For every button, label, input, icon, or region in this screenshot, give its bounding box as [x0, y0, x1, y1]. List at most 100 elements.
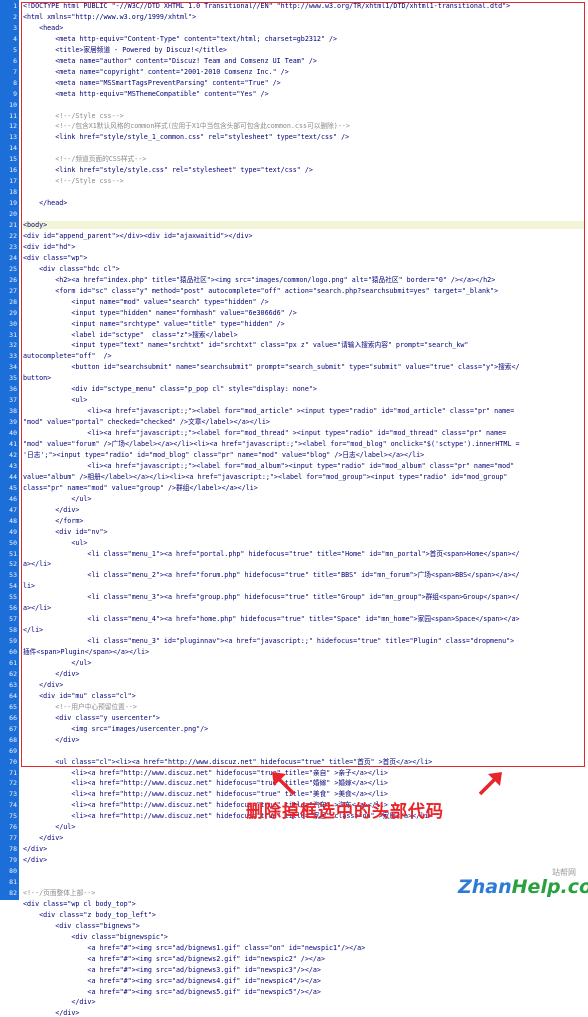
line-number: 57 — [9, 615, 17, 624]
line-number: 61 — [9, 659, 17, 667]
line-number: 58 — [9, 626, 17, 635]
line-number: 77 — [9, 834, 17, 843]
arrow-left-icon — [272, 772, 296, 796]
line-number: 49 — [9, 527, 17, 536]
line-number: 4 — [13, 34, 17, 43]
line-number: 54 — [9, 582, 17, 591]
line-number: 27 — [9, 286, 17, 295]
line-number: 44 — [9, 472, 17, 481]
code-line[interactable]: <div class="z body_top_left"> — [23, 911, 585, 919]
line-number: 10 — [9, 100, 17, 109]
line-number: 52 — [9, 560, 17, 569]
line-number: 28 — [9, 297, 17, 306]
code-line[interactable]: </div> — [23, 845, 585, 853]
line-number: 56 — [9, 604, 17, 613]
code-line[interactable]: <div class="bignews"> — [23, 922, 585, 930]
line-number: 35 — [9, 374, 17, 383]
line-number: 70 — [9, 757, 17, 766]
line-number: 26 — [9, 275, 17, 284]
line-number: 2 — [13, 12, 17, 21]
code-line[interactable]: </div> — [23, 856, 585, 864]
line-number: 66 — [9, 713, 17, 722]
line-number: 68 — [9, 735, 17, 744]
line-number: 37 — [9, 396, 17, 405]
line-number: 22 — [9, 231, 17, 240]
line-number: 45 — [9, 483, 17, 492]
line-number: 48 — [9, 516, 17, 525]
line-number: 33 — [9, 352, 17, 361]
line-number: 19 — [9, 199, 17, 208]
code-line[interactable]: <a href="#"><img src="ad/bignews3.gif" i… — [23, 966, 585, 974]
line-number: 43 — [9, 461, 17, 470]
line-number: 7 — [13, 67, 17, 76]
watermark-logo-part1: Zhan — [458, 876, 512, 898]
line-number: 29 — [9, 308, 17, 317]
line-number: 62 — [9, 669, 17, 678]
watermark-logo: ZhanHelp.com — [458, 876, 588, 898]
line-number: 75 — [9, 812, 17, 821]
code-line[interactable]: <a href="#"><img src="ad/bignews2.gif" i… — [23, 955, 585, 963]
code-line[interactable]: <div class="wp cl body_top"> — [23, 900, 585, 908]
code-line[interactable]: <a href="#"><img src="ad/bignews1.gif" c… — [23, 944, 585, 952]
line-number-gutter: 1 2 3 4 5 6 7 8 9 10 11 12 13 14 15 16 17 18 19 20 21 22 23 24 2… — [0, 0, 19, 900]
line-number: 64 — [9, 691, 17, 700]
line-number: 12 — [9, 122, 17, 131]
line-number: 76 — [9, 823, 17, 832]
line-number: 5 — [13, 45, 17, 54]
line-number: 40 — [9, 429, 17, 438]
line-number: 34 — [9, 363, 17, 372]
line-number: 50 — [9, 538, 17, 547]
code-line[interactable]: </ul> — [23, 823, 585, 831]
line-number: 25 — [9, 264, 17, 273]
code-line[interactable]: <a href="#"><img src="ad/bignews4.gif" i… — [23, 977, 585, 985]
line-number: 13 — [9, 133, 17, 142]
line-number: 16 — [9, 166, 17, 175]
line-number: 71 — [9, 768, 17, 777]
line-number: 1 — [13, 2, 17, 10]
line-number: 60 — [9, 648, 17, 657]
line-number: 15 — [9, 155, 17, 164]
code-line[interactable]: </div> — [23, 834, 585, 842]
line-number: 63 — [9, 680, 17, 689]
line-number: 18 — [9, 188, 17, 197]
line-number: 80 — [9, 867, 17, 876]
line-number: 69 — [9, 746, 17, 755]
line-number: 38 — [9, 407, 17, 416]
line-number: 14 — [9, 144, 17, 153]
code-line[interactable]: </div> — [23, 1009, 585, 1017]
line-number: 78 — [9, 845, 17, 854]
line-number: 36 — [9, 385, 17, 394]
line-number: 82 — [9, 888, 17, 897]
line-number: 74 — [9, 801, 17, 810]
line-number: 47 — [9, 505, 17, 514]
line-number: 51 — [9, 549, 17, 558]
line-number: 8 — [13, 78, 17, 87]
annotation-caption: 删除掉框选中的头部代码 — [246, 802, 444, 822]
line-number: 41 — [9, 440, 17, 448]
line-number: 55 — [9, 593, 17, 602]
line-number: 17 — [9, 177, 17, 186]
line-number: 23 — [9, 242, 17, 251]
line-number: 65 — [9, 702, 17, 711]
arrow-right-icon — [478, 772, 502, 796]
code-line[interactable]: </div> — [23, 998, 585, 1006]
line-number: 11 — [9, 111, 17, 120]
code-line[interactable]: <div class="bignewspic"> — [23, 933, 585, 941]
line-number: 59 — [9, 637, 17, 646]
line-number: 72 — [9, 779, 17, 788]
line-number: 6 — [13, 56, 17, 65]
line-number: 53 — [9, 571, 17, 580]
line-number: 81 — [9, 878, 17, 886]
line-number: 20 — [9, 210, 17, 219]
code-line[interactable]: <a href="#"><img src="ad/bignews5.gif" i… — [23, 988, 585, 996]
line-number: 21 — [9, 221, 17, 229]
line-number: 39 — [9, 418, 17, 427]
line-number: 79 — [9, 856, 17, 865]
line-number: 9 — [13, 89, 17, 98]
code-line[interactable] — [23, 867, 585, 875]
line-number: 24 — [9, 253, 17, 262]
line-number: 31 — [9, 330, 17, 339]
line-number: 67 — [9, 724, 17, 733]
line-number: 30 — [9, 319, 17, 328]
line-number: 73 — [9, 790, 17, 799]
